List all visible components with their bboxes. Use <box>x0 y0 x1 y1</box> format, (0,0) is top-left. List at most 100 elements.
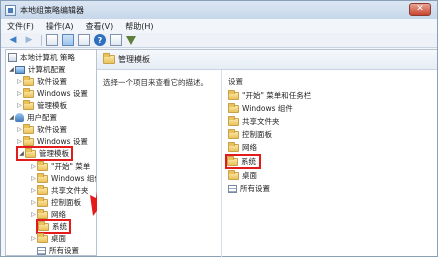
folder-icon <box>23 87 34 98</box>
list-item[interactable]: 网络 <box>228 141 257 153</box>
menu-action[interactable]: 操作(A) <box>46 21 74 32</box>
toolbar-separator <box>41 34 42 46</box>
tree-item-cc-software[interactable]: ▷ 软件设置 <box>16 75 67 87</box>
menu-help[interactable]: 帮助(H) <box>125 21 153 32</box>
tree-item-label: 管理模板 <box>39 149 69 158</box>
tree-item-uc-admin[interactable]: ◢ 管理模板 <box>16 146 73 161</box>
list-item[interactable]: "开始" 菜单和任务栏 <box>228 89 312 101</box>
list-item[interactable]: 共享文件夹 <box>228 115 280 127</box>
tree-item-uc-software[interactable]: ▷ 软件设置 <box>16 123 67 135</box>
folder-icon <box>228 89 239 100</box>
tree-item-start-menu[interactable]: ▷ "开始" 菜单 <box>30 160 90 172</box>
title-bar: 本地组策略编辑器 ✕ <box>1 1 437 19</box>
folder-icon <box>37 196 48 207</box>
collapse-icon[interactable]: ▷ <box>16 102 23 109</box>
filter-icon[interactable] <box>126 35 136 45</box>
list-item[interactable]: 控制面板 <box>228 128 272 140</box>
list-item-label: "开始" 菜单和任务栏 <box>242 91 312 100</box>
menu-view[interactable]: 查看(V) <box>86 21 114 32</box>
folder-icon <box>23 123 34 134</box>
tree-item-all-settings[interactable]: 所有设置 <box>37 245 79 255</box>
collapse-icon[interactable]: ▷ <box>30 163 37 170</box>
folder-icon <box>38 220 49 231</box>
tree-item-label: 管理模板 <box>37 101 67 110</box>
folder-icon <box>25 147 36 158</box>
folder-icon <box>227 155 238 166</box>
details-header: 管理模板 <box>97 50 437 70</box>
folder-icon <box>103 53 115 64</box>
collapse-icon[interactable]: ▷ <box>30 211 37 218</box>
tree-item-network[interactable]: ▷ 网络 <box>30 208 66 220</box>
list-item[interactable]: 所有设置 <box>228 183 270 194</box>
folder-icon <box>37 232 48 243</box>
folder-icon <box>37 160 48 171</box>
tree-item-user-config[interactable]: ◢ 用户配置 <box>8 112 57 123</box>
list-item[interactable]: Windows 组件 <box>228 102 293 114</box>
collapse-icon[interactable]: ▷ <box>16 138 23 145</box>
collapse-icon[interactable]: ▷ <box>30 187 37 194</box>
folder-icon <box>23 75 34 86</box>
folder-icon <box>37 184 48 195</box>
tree-item-label: 软件设置 <box>37 125 67 134</box>
toolbar: ◀ ▶ ? <box>1 33 437 48</box>
tree-toggle-icon[interactable] <box>62 34 74 46</box>
computer-icon <box>15 65 25 74</box>
folder-icon <box>228 128 239 139</box>
collapse-icon[interactable]: ▷ <box>30 199 37 206</box>
tree-item-label: 计算机配置 <box>28 65 66 74</box>
collapse-icon[interactable]: ▷ <box>16 126 23 133</box>
tree-item-label: 软件设置 <box>37 77 67 86</box>
expand-icon[interactable]: ◢ <box>18 150 25 157</box>
tree-item-cc-windows[interactable]: ▷ Windows 设置 <box>16 87 88 99</box>
list-item-label: 共享文件夹 <box>242 117 280 126</box>
list-item-label: 控制面板 <box>242 130 272 139</box>
details-title: 管理模板 <box>118 55 150 64</box>
collapse-icon[interactable]: ▷ <box>16 78 23 85</box>
folder-icon <box>23 135 34 146</box>
collapse-icon[interactable]: ▷ <box>16 90 23 97</box>
help-icon[interactable]: ? <box>94 34 106 46</box>
close-button[interactable]: ✕ <box>409 3 431 16</box>
tree-item-label: 共享文件夹 <box>51 186 89 195</box>
tree-item-label: 系统 <box>52 222 67 231</box>
collapse-icon[interactable]: ▷ <box>30 175 37 182</box>
details-pane: 管理模板 选择一个项目来查看它的描述。 设置 "开始" 菜单和任务栏 Windo… <box>97 49 437 257</box>
expand-icon[interactable]: ◢ <box>8 114 15 121</box>
list-item-label: 所有设置 <box>240 184 270 193</box>
tree-item-control-panel[interactable]: ▷ 控制面板 <box>30 196 81 208</box>
back-arrow-icon[interactable]: ◀ <box>7 34 19 46</box>
tree-item-root[interactable]: 本地计算机 策略 <box>8 52 75 63</box>
tree-item-cc-admin[interactable]: ▷ 管理模板 <box>16 99 67 111</box>
tree-item-label: 所有设置 <box>49 246 79 255</box>
tree-item-label: 桌面 <box>51 234 66 243</box>
list-item-system[interactable]: 系统 <box>225 154 261 169</box>
folder-icon <box>228 115 239 126</box>
tree-item-uc-windows[interactable]: ▷ Windows 设置 <box>16 135 88 147</box>
tree-item-shared-folders[interactable]: ▷ 共享文件夹 <box>30 184 89 196</box>
expand-icon[interactable]: ◢ <box>8 66 15 73</box>
tree-item-label: 本地计算机 策略 <box>20 53 75 62</box>
list-item-label: 系统 <box>241 157 256 166</box>
navigation-tree: 本地计算机 策略 ◢ 计算机配置 ▷ 软件设置 ▷ Windows 设置 ▷ 管… <box>5 49 97 256</box>
folder-view-icon[interactable] <box>46 34 58 46</box>
menu-bar: 文件(F) 操作(A) 查看(V) 帮助(H) <box>1 19 437 33</box>
collapse-icon[interactable]: ▷ <box>30 235 37 242</box>
list-header-settings[interactable]: 设置 <box>228 76 243 87</box>
folder-icon <box>37 208 48 219</box>
tree-item-computer-config[interactable]: ◢ 计算机配置 <box>8 64 66 75</box>
list-item[interactable]: 桌面 <box>228 169 257 181</box>
list-item-label: Windows 组件 <box>242 104 293 113</box>
export-list-icon[interactable] <box>78 34 90 46</box>
tree-item-label: 网络 <box>51 210 66 219</box>
properties-icon[interactable] <box>110 34 122 46</box>
user-icon <box>15 113 24 122</box>
folder-icon <box>228 141 239 152</box>
forward-arrow-icon[interactable]: ▶ <box>23 34 35 46</box>
tree-item-label: Windows 设置 <box>37 89 88 98</box>
folder-icon <box>228 169 239 180</box>
tree-item-system[interactable]: 系统 <box>36 219 71 234</box>
tree-item-desktop[interactable]: ▷ 桌面 <box>30 232 66 244</box>
settings-list-icon <box>228 184 237 193</box>
settings-list-icon <box>37 246 46 255</box>
menu-file[interactable]: 文件(F) <box>7 21 34 32</box>
